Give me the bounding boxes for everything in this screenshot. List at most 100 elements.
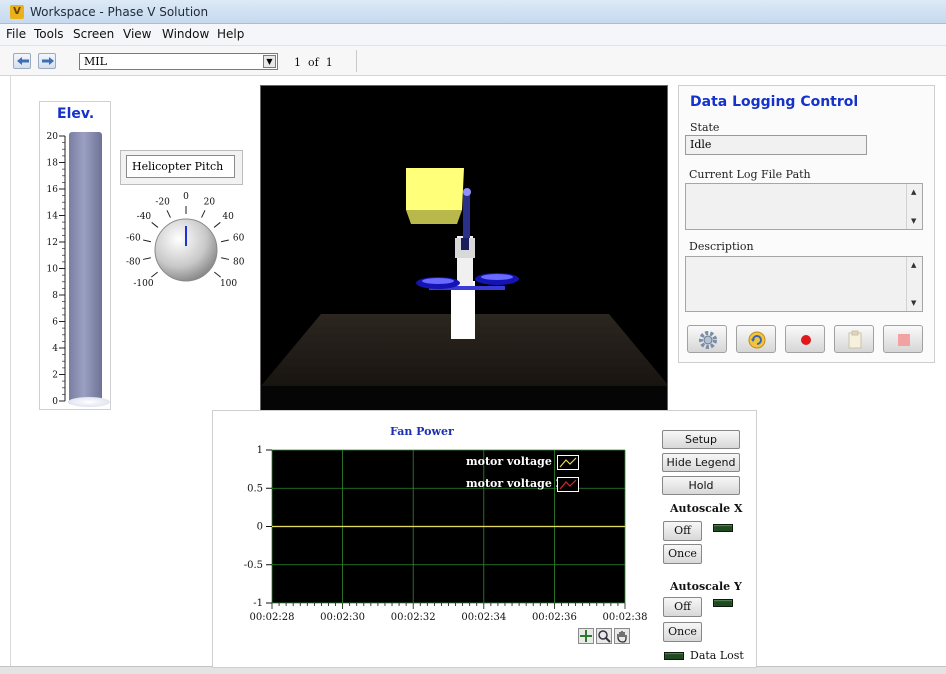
toolbar: MIL ▼ 1 of 1 [0,46,946,76]
menu-file[interactable]: File [6,27,26,41]
toolbar-divider [356,50,357,72]
chart-legend[interactable]: motor voltage 1 motor voltage 2 [466,455,626,495]
state-label: State [690,121,720,134]
counterweight-bottom [406,210,462,224]
scroll-down-icon[interactable]: ▼ [911,299,916,307]
pitch-tick-label: 100 [220,279,237,289]
elevation-tick-label: 0 [52,397,58,407]
log-path-scrollbar[interactable]: ▲ ▼ [906,184,922,229]
log-path-label: Current Log File Path [689,168,811,181]
page-of-label: of [308,56,319,69]
menu-screen[interactable]: Screen [73,27,114,41]
gear-icon [699,331,717,349]
autoscale-y-label: Autoscale Y [670,580,742,593]
pitch-tick [213,222,221,228]
record-icon [801,335,811,345]
menu-help[interactable]: Help [217,27,244,41]
menu-tools[interactable]: Tools [34,27,64,41]
elevation-level [68,397,110,407]
pitch-tick-label: 40 [222,212,234,222]
settings-button[interactable] [687,325,727,353]
autoscale-x-once-button[interactable]: Once [663,544,702,564]
zoom-icon[interactable] [596,628,612,644]
pitch-tick-label: -20 [155,197,170,207]
data-lost-led [664,652,684,660]
refresh-icon [748,331,766,349]
y-tick-label: -1 [253,598,263,609]
elevation-tick-label: 6 [52,318,58,328]
clipboard-button[interactable] [834,325,874,353]
reset-button[interactable] [736,325,776,353]
legend-swatch-series-1[interactable] [557,455,579,470]
autoscale-x-off-button[interactable]: Off [663,521,702,541]
pitch-tick-label: -60 [126,234,141,244]
scroll-up-icon[interactable]: ▲ [911,188,916,196]
helicopter-3d-view[interactable] [260,85,668,411]
pitch-tick [201,210,206,218]
description-field[interactable]: ▲ ▼ [685,256,923,312]
app-icon: V [10,5,24,19]
elevation-tick-label: 2 [52,371,58,381]
hide-legend-button[interactable]: Hide Legend [662,453,740,472]
pitch-tick-label: 20 [204,197,216,207]
counterweight-front [406,168,464,210]
autoscale-y-off-button[interactable]: Off [663,597,702,617]
hold-button[interactable]: Hold [662,476,740,495]
pitch-tick [143,239,152,243]
autoscale-y-led [713,599,733,607]
stop-button[interactable] [883,325,923,353]
pitch-tick-label: 80 [233,258,245,268]
page-indicator: 1 of 1 [294,56,333,69]
elevation-tick-label: 8 [52,291,58,301]
pitch-tick [151,222,159,228]
left-fan-top [422,278,454,284]
legend-swatch-series-2[interactable] [557,477,579,492]
autoscale-y-once-button[interactable]: Once [663,622,702,642]
pan-hand-icon[interactable] [614,628,630,644]
menu-view[interactable]: View [123,27,151,41]
pitch-tick-label: -40 [137,212,152,222]
arrow-left-icon [17,57,29,65]
pitch-tick-label: -100 [133,279,153,289]
window-title: Workspace - Phase V Solution [30,5,209,19]
chart-title: Fan Power [390,425,454,438]
autoscale-x-led [713,524,733,532]
x-tick-label: 00:02:28 [250,612,295,623]
y-tick-label: 0 [257,522,263,533]
menu-window[interactable]: Window [162,27,209,41]
elevation-tick-label: 10 [47,265,59,275]
helicopter-scene [261,168,667,410]
stop-icon [898,334,910,346]
setup-button[interactable]: Setup [662,430,740,449]
forward-button[interactable] [38,53,56,69]
screen-select-value: MIL [84,55,107,68]
pitch-tick [221,257,230,260]
x-tick-label: 00:02:32 [391,612,436,623]
page-current: 1 [294,56,301,69]
screen-select[interactable]: MIL ▼ [79,53,278,70]
legend-label-series-1: motor voltage 1 [466,455,564,468]
back-button[interactable] [13,53,31,69]
pitch-tick [142,257,151,260]
description-scrollbar[interactable]: ▲ ▼ [906,257,922,311]
pitch-tick-label: 60 [233,234,245,244]
pivot-arm [463,191,470,241]
graph-palette [578,628,633,644]
data-logging-title: Data Logging Control [690,94,859,110]
elevation-tick-label: 14 [47,212,59,222]
chevron-down-icon[interactable]: ▼ [263,55,276,68]
pitch-tick [151,271,158,278]
autoscale-x-label: Autoscale X [670,502,743,515]
log-path-field[interactable]: ▲ ▼ [685,183,923,230]
floor-shadow [261,386,667,410]
elevation-tank [69,132,102,404]
pitch-tick [220,239,229,243]
record-button[interactable] [785,325,825,353]
scroll-up-icon[interactable]: ▲ [911,261,916,269]
arrow-right-icon [42,57,54,65]
pitch-tick-label: -80 [126,258,141,268]
crosshair-icon[interactable] [578,628,594,644]
pitch-knob[interactable]: -100 -80 -60 -40-20 0 20 40 60 80 100 [118,190,268,310]
scroll-down-icon[interactable]: ▼ [911,217,916,225]
pivot-slot [461,238,469,250]
